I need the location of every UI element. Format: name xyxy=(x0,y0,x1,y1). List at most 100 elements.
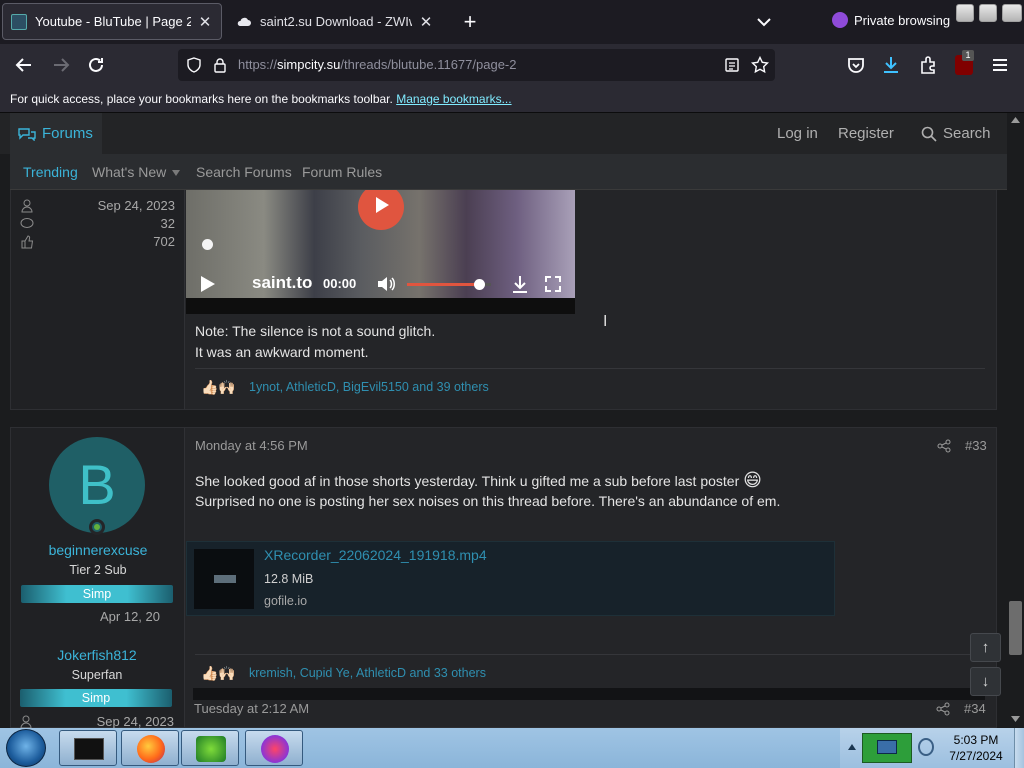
show-hidden-icons-caret-icon[interactable] xyxy=(848,744,856,750)
register-link[interactable]: Register xyxy=(838,125,894,142)
volume-slider[interactable] xyxy=(407,279,491,290)
close-tab-icon[interactable]: ✕ xyxy=(197,13,213,31)
messages-icon xyxy=(20,218,34,228)
taskbar-idm-button[interactable] xyxy=(181,730,239,766)
reaction-emojis-icon[interactable]: 👍🏻🙌🏻 xyxy=(201,665,236,682)
download-icon[interactable] xyxy=(511,274,529,294)
manage-bookmarks-link[interactable]: Manage bookmarks... xyxy=(396,92,511,106)
search-link[interactable]: Search xyxy=(943,125,991,142)
username-link[interactable]: beginnerexcuse xyxy=(11,542,185,558)
subnav-forum-rules[interactable]: Forum Rules xyxy=(302,164,382,180)
attachment-thumbnail xyxy=(194,549,254,609)
new-tab-plus-icon[interactable]: + xyxy=(458,10,482,34)
show-desktop-button[interactable] xyxy=(1014,728,1024,768)
share-icon[interactable] xyxy=(937,439,951,453)
extensions-puzzle-icon[interactable] xyxy=(917,54,939,76)
download-manager-icon xyxy=(196,736,226,762)
post-date-link[interactable]: Monday at 4:56 PM xyxy=(195,438,308,453)
reactions-list-link[interactable]: kremish, Cupid Ye, AthleticD and 33 othe… xyxy=(249,666,486,680)
minimize-window-button[interactable] xyxy=(956,4,974,22)
user-icon xyxy=(20,715,32,728)
black-window-icon xyxy=(74,738,104,760)
user-title: Tier 2 Sub xyxy=(69,563,127,577)
reload-icon[interactable] xyxy=(85,54,107,76)
volume-icon[interactable] xyxy=(376,275,396,293)
bookmark-star-icon[interactable] xyxy=(751,56,769,74)
taskbar-explorer-button[interactable] xyxy=(59,730,117,766)
private-browsing-indicator: Private browsing xyxy=(832,12,950,28)
forums-tab[interactable]: Forums xyxy=(10,113,102,154)
taskbar-private-firefox-button[interactable] xyxy=(245,730,303,766)
taskbar-clock[interactable]: 5:03 PM 7/27/2024 xyxy=(940,732,1012,764)
scroll-up-caret-icon[interactable] xyxy=(1011,117,1020,123)
close-tab-icon[interactable]: ✕ xyxy=(418,13,434,31)
attachment-size: 12.8 MiB xyxy=(264,572,314,586)
list-all-tabs-chevron-icon[interactable] xyxy=(754,12,774,32)
scroll-up-arrow-icon[interactable]: ↑ xyxy=(970,633,1001,662)
pocket-icon[interactable] xyxy=(845,54,867,76)
taskbar-firefox-button[interactable] xyxy=(121,730,179,766)
reader-view-icon[interactable] xyxy=(724,57,740,73)
scroll-down-caret-icon[interactable] xyxy=(1011,716,1020,722)
post-date-link[interactable]: Tuesday at 2:12 AM xyxy=(194,701,309,716)
cursor-dot xyxy=(202,239,213,250)
subnav-whats-new[interactable]: What's New xyxy=(92,164,166,180)
share-icon[interactable] xyxy=(936,702,950,716)
bookmarks-hint: For quick access, place your bookmarks h… xyxy=(10,92,393,106)
tab-youtube-blutube[interactable]: Youtube - BluTube | Page 2 | Sir ✕ xyxy=(2,3,222,40)
reaction-emojis-icon[interactable]: 👍🏻🙌🏻 xyxy=(201,379,236,396)
close-window-button[interactable] xyxy=(1002,4,1022,22)
tab-saint2-download[interactable]: saint2.su Download - ZWIwNW ✕ xyxy=(228,3,442,40)
attachment-card[interactable]: XRecorder_22062024_191918.mp4 12.8 MiB g… xyxy=(186,541,835,616)
hamburger-menu-icon[interactable] xyxy=(989,54,1011,76)
bookmarks-toolbar: For quick access, place your bookmarks h… xyxy=(0,86,1024,113)
attachment-filename-link[interactable]: XRecorder_22062024_191918.mp4 xyxy=(264,547,487,563)
windows-start-icon[interactable] xyxy=(6,729,46,767)
downloads-icon[interactable] xyxy=(880,54,902,76)
scroll-down-arrow-icon[interactable]: ↓ xyxy=(970,667,1001,696)
back-arrow-icon[interactable] xyxy=(13,54,35,76)
restore-window-button[interactable] xyxy=(979,4,997,22)
joined-date: Apr 12, 20 xyxy=(100,609,160,624)
search-icon[interactable] xyxy=(921,126,937,142)
volume-tray-icon[interactable] xyxy=(918,738,934,756)
firefox-icon xyxy=(137,735,165,763)
user-icon xyxy=(21,199,33,213)
forums-tab-label: Forums xyxy=(42,125,93,142)
play-icon[interactable] xyxy=(200,275,216,293)
subnav-search-forums[interactable]: Search Forums xyxy=(196,164,292,180)
address-bar[interactable]: https://simpcity.su/threads/blutube.1167… xyxy=(178,49,775,81)
subnav-trending[interactable]: Trending xyxy=(23,164,78,180)
messages-count: 32 xyxy=(160,216,175,231)
forward-arrow-icon[interactable] xyxy=(50,54,72,76)
text-cursor-icon: I xyxy=(603,313,608,330)
page-content: Sep 24, 2023 32 702 Note: The silence is… xyxy=(0,113,1007,728)
username-link[interactable]: Jokerfish812 xyxy=(10,647,184,663)
user-title: Superfan xyxy=(71,668,123,682)
dropdown-caret-icon[interactable] xyxy=(172,170,180,176)
post-number-link[interactable]: #33 xyxy=(965,438,987,453)
forum-header: Forums Log in Register Search xyxy=(0,113,1007,154)
monitor-icon xyxy=(877,740,897,754)
lock-icon[interactable] xyxy=(212,57,228,73)
private-browsing-label: Private browsing xyxy=(854,12,951,28)
tracking-protection-shield-icon[interactable] xyxy=(186,57,202,73)
network-tray-icon[interactable] xyxy=(862,733,912,763)
post-text-line-2: It was an awkward moment. xyxy=(195,344,369,360)
reactions-list-link[interactable]: 1ynot, AthleticD, BigEvil5150 and 39 oth… xyxy=(249,380,489,394)
post-number-link[interactable]: #34 xyxy=(964,701,986,716)
video-player[interactable]: saint.to 00:00 xyxy=(186,190,575,314)
simpcity-favicon-icon xyxy=(11,13,27,30)
clock-date: 7/27/2024 xyxy=(949,749,1003,763)
extension-badge-count: 1 xyxy=(962,50,974,61)
post-text-line-1: She looked good af in those shorts yeste… xyxy=(195,470,762,490)
joined-date: Sep 24, 2023 xyxy=(97,198,175,213)
firefox-private-icon xyxy=(261,735,289,763)
log-in-link[interactable]: Log in xyxy=(777,125,818,142)
saint-brand-label: saint.to xyxy=(252,273,313,292)
user-banner: Simp xyxy=(21,585,173,603)
scrollbar-thumb[interactable] xyxy=(1009,601,1022,655)
fullscreen-icon[interactable] xyxy=(544,275,562,293)
joined-date: Sep 24, 2023 xyxy=(96,714,174,728)
private-mask-icon xyxy=(832,12,848,28)
